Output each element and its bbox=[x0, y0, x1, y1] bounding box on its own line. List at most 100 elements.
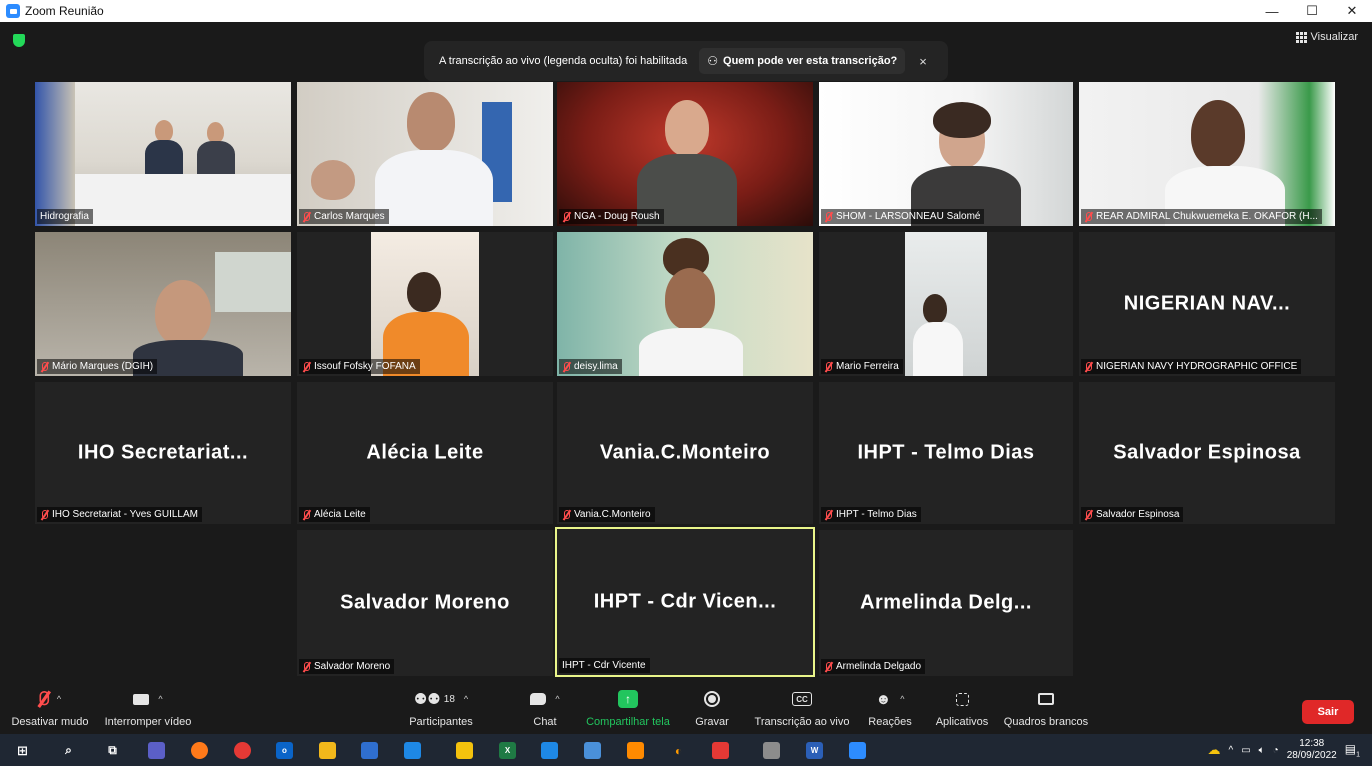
leave-button[interactable]: Sair bbox=[1302, 700, 1354, 724]
video-feed bbox=[819, 82, 1073, 226]
zoom-taskbar-icon[interactable] bbox=[849, 742, 866, 759]
share-screen-button[interactable]: ↑ Compartilhar tela bbox=[585, 686, 671, 734]
chat-button[interactable]: ^ Chat bbox=[522, 686, 568, 734]
participant-name-label: SHOM - LARSONNEAU Salomé bbox=[821, 209, 985, 224]
participant-name-label: Armelinda Delgado bbox=[821, 659, 926, 674]
app-icon[interactable] bbox=[584, 742, 601, 759]
app-icon[interactable] bbox=[763, 742, 780, 759]
word-icon[interactable]: W bbox=[806, 742, 823, 759]
app-icon[interactable] bbox=[361, 742, 378, 759]
wifi-icon[interactable]: ◔ bbox=[1273, 745, 1279, 756]
video-tile[interactable]: Alécia Leite Alécia Leite bbox=[297, 382, 553, 524]
video-tile[interactable]: IHO Secretariat... IHO Secretariat - Yve… bbox=[35, 382, 291, 524]
sync-icon[interactable]: ◐ bbox=[670, 742, 687, 759]
outlook-icon[interactable]: o bbox=[276, 742, 293, 759]
muted-mic-icon bbox=[302, 509, 311, 520]
mail-icon[interactable] bbox=[404, 742, 421, 759]
video-feed bbox=[557, 232, 813, 376]
video-tile[interactable]: SHOM - LARSONNEAU Salomé bbox=[819, 82, 1073, 226]
participant-name-label: REAR ADMIRAL Chukwuemeka E. OKAFOR (H... bbox=[1081, 209, 1322, 224]
video-tile[interactable]: Vania.C.Monteiro Vania.C.Monteiro bbox=[557, 382, 813, 524]
video-feed bbox=[297, 82, 553, 226]
banner-text: A transcrição ao vivo (legenda oculta) f… bbox=[439, 55, 688, 67]
video-tile[interactable]: Hidrografia bbox=[35, 82, 291, 226]
volume-icon[interactable]: 🔈︎ bbox=[1259, 745, 1265, 756]
live-transcription-button[interactable]: CC Transcrição ao vivo bbox=[752, 686, 852, 734]
muted-mic-icon bbox=[302, 211, 311, 222]
muted-mic-icon bbox=[562, 211, 571, 222]
microphone-muted-icon bbox=[36, 691, 50, 707]
record-button[interactable]: Gravar bbox=[692, 686, 732, 734]
firefox-icon[interactable] bbox=[191, 742, 208, 759]
meeting-toolbar: ^ Desativar mudo ^ Interromper vídeo ⚉⚉ 1… bbox=[0, 686, 1372, 734]
stop-video-button[interactable]: ^ Interromper vídeo bbox=[102, 686, 194, 734]
excel-icon[interactable]: X bbox=[499, 742, 516, 759]
record-icon bbox=[704, 691, 720, 707]
zoom-logo-icon bbox=[6, 4, 20, 18]
participant-name-label: NIGERIAN NAVY HYDROGRAPHIC OFFICE bbox=[1081, 359, 1302, 374]
whiteboards-button[interactable]: Quadros brancos bbox=[1002, 686, 1090, 734]
smiley-plus-icon: ☻ bbox=[875, 690, 892, 708]
view-button[interactable]: Visualizar bbox=[1295, 31, 1359, 43]
who-can-see-button[interactable]: ⚇ Quem pode ver esta transcrição? bbox=[699, 48, 906, 74]
close-button[interactable]: ✕ bbox=[1332, 0, 1372, 22]
participant-display-name: IHO Secretariat... bbox=[77, 441, 249, 464]
video-tile[interactable]: Carlos Marques bbox=[297, 82, 553, 226]
muted-mic-icon bbox=[1084, 211, 1093, 222]
calculator-icon[interactable] bbox=[541, 742, 558, 759]
sticky-notes-icon[interactable] bbox=[456, 742, 473, 759]
banner-close-icon[interactable]: × bbox=[919, 54, 927, 69]
participants-button[interactable]: ⚉⚉ 18 ^ Participantes bbox=[404, 686, 478, 734]
video-tile[interactable]: Mario Ferreira bbox=[819, 232, 1073, 376]
chevron-up-icon[interactable]: ^ bbox=[1228, 745, 1233, 756]
task-view-icon[interactable]: ⧉ bbox=[104, 742, 121, 759]
view-label: Visualizar bbox=[1310, 31, 1359, 43]
notifications-icon[interactable]: ▤1 bbox=[1345, 742, 1360, 758]
chevron-up-icon[interactable]: ^ bbox=[158, 694, 162, 704]
participant-display-name: Alécia Leite bbox=[366, 441, 484, 464]
video-tile[interactable]: NGA - Doug Roush bbox=[557, 82, 813, 226]
video-feed bbox=[297, 232, 553, 376]
reactions-button[interactable]: ☻ ^ Reações bbox=[866, 686, 914, 734]
participant-name-label: NGA - Doug Roush bbox=[559, 209, 664, 224]
muted-mic-icon bbox=[1084, 361, 1093, 372]
file-explorer-icon[interactable] bbox=[319, 742, 336, 759]
muted-mic-icon bbox=[824, 361, 833, 372]
video-tile[interactable]: Armelinda Delg... Armelinda Delgado bbox=[819, 530, 1073, 676]
active-speaker-tile[interactable]: IHPT - Cdr Vicen... IHPT - Cdr Vicente bbox=[555, 527, 815, 677]
app-icon[interactable] bbox=[712, 742, 729, 759]
vlc-icon[interactable] bbox=[627, 742, 644, 759]
chevron-up-icon[interactable]: ^ bbox=[555, 694, 559, 704]
minimize-button[interactable]: — bbox=[1252, 0, 1292, 22]
chevron-up-icon[interactable]: ^ bbox=[900, 694, 904, 704]
chevron-up-icon[interactable]: ^ bbox=[57, 694, 61, 704]
video-tile[interactable]: IHPT - Telmo Dias IHPT - Telmo Dias bbox=[819, 382, 1073, 524]
video-tile[interactable]: Salvador Espinosa Salvador Espinosa bbox=[1079, 382, 1335, 524]
network-icon[interactable]: ▭ bbox=[1241, 745, 1250, 756]
video-tile[interactable]: deisy.lima bbox=[557, 232, 813, 376]
clock[interactable]: 12:38 28/09/2022 bbox=[1287, 738, 1337, 762]
video-tile[interactable]: Salvador Moreno Salvador Moreno bbox=[297, 530, 553, 676]
apps-button[interactable]: Aplicativos bbox=[932, 686, 992, 734]
chevron-up-icon[interactable]: ^ bbox=[464, 694, 468, 704]
transcription-banner: A transcrição ao vivo (legenda oculta) f… bbox=[424, 41, 948, 81]
windows-start-icon[interactable]: ⊞ bbox=[14, 742, 31, 759]
participant-display-name: Salvador Moreno bbox=[340, 591, 510, 614]
mute-button[interactable]: ^ Desativar mudo bbox=[10, 686, 90, 734]
participant-name-label: Alécia Leite bbox=[299, 507, 370, 522]
participant-name-label: Carlos Marques bbox=[299, 209, 389, 224]
video-tile[interactable]: Mário Marques (DGIH) bbox=[35, 232, 291, 376]
security-shield-icon[interactable] bbox=[13, 34, 25, 47]
teams-icon[interactable] bbox=[148, 742, 165, 759]
participant-name-label: Salvador Espinosa bbox=[1081, 507, 1184, 522]
chrome-icon[interactable] bbox=[234, 742, 251, 759]
participant-name-label: Vania.C.Monteiro bbox=[559, 507, 655, 522]
search-icon[interactable]: ⌕ bbox=[60, 742, 77, 759]
title-bar: Zoom Reunião — ☐ ✕ bbox=[0, 0, 1372, 22]
video-tile[interactable]: Issouf Fofsky FOFANA bbox=[297, 232, 553, 376]
video-tile[interactable]: REAR ADMIRAL Chukwuemeka E. OKAFOR (H... bbox=[1079, 82, 1335, 226]
weather-icon[interactable]: ☁ bbox=[1207, 742, 1220, 758]
video-tile[interactable]: NIGERIAN NAV... NIGERIAN NAVY HYDROGRAPH… bbox=[1079, 232, 1335, 376]
maximize-button[interactable]: ☐ bbox=[1292, 0, 1332, 22]
video-feed bbox=[557, 82, 813, 226]
